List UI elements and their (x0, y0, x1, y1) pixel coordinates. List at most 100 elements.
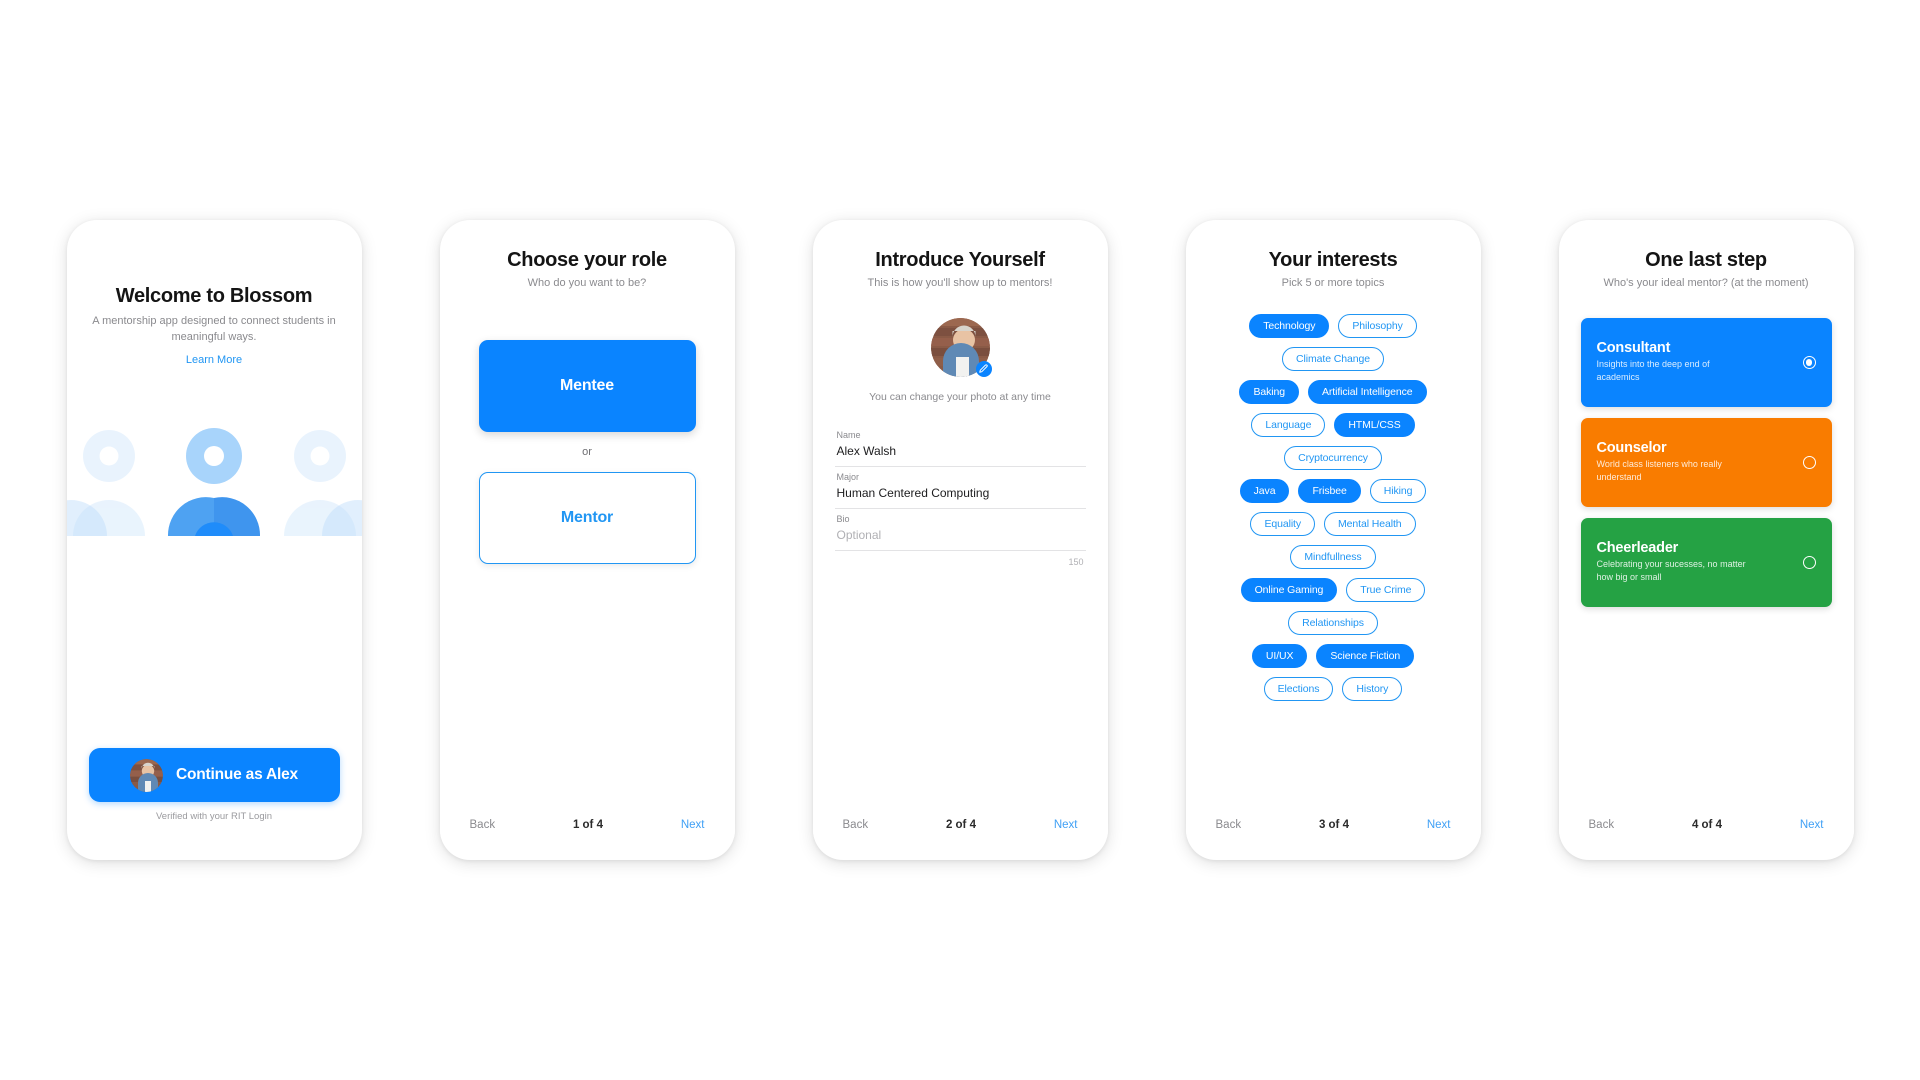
profile-avatar[interactable] (930, 317, 992, 377)
page-indicator: 3 of 4 (1318, 819, 1349, 831)
page-title: Welcome to Blossom (115, 285, 313, 307)
interest-chip[interactable]: Hiking (1369, 478, 1427, 503)
page-indicator: 4 of 4 (1691, 819, 1722, 831)
verified-note: Verified with your RIT Login (156, 811, 272, 822)
radio-unselected-icon[interactable] (1802, 555, 1816, 569)
interest-chip[interactable]: Mindfullness (1290, 544, 1376, 569)
interest-chip[interactable]: History (1342, 676, 1403, 701)
mentor-type-options: Consultant Insights into the deep end of … (1580, 317, 1832, 607)
interest-chip-row: UI/UX Science Fiction (1208, 643, 1459, 668)
introduce-header: Introduce Yourself This is how you'll sh… (835, 248, 1086, 292)
page-indicator: 2 of 4 (945, 819, 976, 831)
interest-chip-row: Language HTML/CSS (1208, 412, 1459, 437)
phone-screen-choose-role: Choose your role Who do you want to be? … (439, 220, 735, 860)
mentor-card-title: Cheerleader (1596, 540, 1679, 557)
continue-as-alex-button[interactable]: Continue as Alex (88, 748, 340, 802)
page-subtitle: This is how you'll show up to mentors! (867, 277, 1053, 289)
avatar (130, 758, 163, 792)
interest-chip[interactable]: Science Fiction (1316, 643, 1415, 668)
mentor-card-title: Consultant (1596, 340, 1671, 357)
continue-button-label: Continue as Alex (176, 766, 298, 783)
one-last-step-screen: One last step Who's your ideal mentor? (… (1559, 220, 1854, 860)
page-title: Introduce Yourself (875, 249, 1045, 271)
field-name[interactable]: Name Alex Walsh (834, 425, 1086, 468)
interest-chip[interactable]: Elections (1263, 676, 1334, 701)
role-options: Mentee or Mentor (462, 339, 713, 564)
role-button-mentor[interactable]: Mentor (478, 471, 696, 564)
interest-chip-row: Technology Philosophy (1208, 313, 1459, 338)
interest-chip-row: Online Gaming True Crime (1208, 577, 1459, 602)
your-interests-screen: Your interests Pick 5 or more topics Tec… (1186, 220, 1481, 860)
interest-chip[interactable]: True Crime (1346, 577, 1426, 602)
name-input[interactable]: Alex Walsh (837, 443, 1084, 460)
field-major[interactable]: Major Human Centered Computing (834, 467, 1086, 510)
back-button[interactable]: Back (1589, 819, 1615, 831)
avatar-photo (130, 758, 163, 792)
interest-chip[interactable]: Java (1239, 478, 1290, 503)
field-bio[interactable]: Bio Optional (834, 509, 1086, 552)
back-button[interactable]: Back (1216, 819, 1242, 831)
interest-chip[interactable]: Online Gaming (1240, 577, 1338, 602)
bio-char-count: 150 (1068, 557, 1084, 568)
photo-note: You can change your photo at any time (869, 390, 1051, 403)
mentor-card-text: Counselor World class listeners who reall… (1597, 440, 1747, 484)
interest-chip[interactable]: Frisbee (1298, 478, 1361, 503)
page-subtitle: Pick 5 or more topics (1281, 277, 1385, 289)
interest-chip[interactable]: Baking (1239, 379, 1299, 404)
interest-chip-row: Elections History (1208, 676, 1459, 701)
next-button[interactable]: Next (1054, 819, 1078, 831)
interest-chip-row: Baking Artificial Intelligence (1208, 379, 1459, 404)
interest-chip[interactable]: Relationships (1288, 610, 1378, 635)
role-or-label: or (582, 445, 592, 458)
next-button[interactable]: Next (1427, 819, 1451, 831)
interest-chip-row: Cryptocurrency (1208, 445, 1459, 470)
mentor-card-title: Counselor (1596, 440, 1667, 457)
wizard-footer: Back 3 of 4 Next (1185, 812, 1481, 838)
people-illustration-svg (66, 428, 362, 536)
phone-screen-welcome: Welcome to Blossom A mentorship app desi… (66, 220, 362, 860)
mentor-type-card[interactable]: Cheerleader Celebrating your sucesses, no… (1580, 517, 1832, 607)
bio-input[interactable]: Optional (837, 527, 1084, 544)
page-subtitle: Who's your ideal mentor? (at the moment) (1603, 277, 1809, 289)
field-label: Bio (836, 514, 850, 525)
people-illustration (66, 418, 362, 538)
mentor-type-card[interactable]: Consultant Insights into the deep end of … (1580, 317, 1832, 407)
interest-chip[interactable]: Philosophy (1338, 313, 1417, 338)
edit-photo-icon[interactable] (975, 360, 992, 377)
interest-chip[interactable]: Mental Health (1324, 511, 1416, 536)
wizard-footer: Back 1 of 4 Next (439, 812, 735, 838)
interest-chip[interactable]: Language (1251, 412, 1326, 437)
interest-chip-row: Java Frisbee Hiking (1208, 478, 1459, 503)
interest-chip-row: Climate Change (1208, 346, 1459, 371)
role-button-mentee[interactable]: Mentee (478, 339, 696, 432)
interest-chip-row: Equality Mental Health (1208, 511, 1459, 536)
interest-chip[interactable]: Technology (1249, 313, 1330, 338)
interests-header: Your interests Pick 5 or more topics (1208, 248, 1459, 292)
back-button[interactable]: Back (843, 819, 869, 831)
mentor-card-description: Celebrating your sucesses, no matter how… (1596, 559, 1746, 583)
interest-chip[interactable]: Cryptocurrency (1284, 445, 1382, 470)
interest-chip[interactable]: Artificial Intelligence (1308, 379, 1427, 404)
next-button[interactable]: Next (1800, 819, 1824, 831)
field-label: Major (836, 472, 860, 483)
interest-chip[interactable]: UI/UX (1251, 643, 1308, 668)
page-title: One last step (1645, 249, 1767, 271)
learn-more-link[interactable]: Learn More (89, 354, 340, 366)
interest-chips-list[interactable]: Technology Philosophy Climate Change Baking… (1208, 313, 1459, 714)
interest-chip[interactable]: HTML/CSS (1334, 412, 1415, 437)
page-title: Your interests (1268, 249, 1398, 271)
radio-unselected-icon[interactable] (1802, 455, 1816, 469)
interest-chip-row: Mindfullness (1208, 544, 1459, 569)
continue-section: Continue as Alex Verified with your RIT … (88, 748, 340, 822)
back-button[interactable]: Back (470, 819, 496, 831)
page-indicator: 1 of 4 (572, 819, 603, 831)
interest-chip[interactable]: Climate Change (1282, 346, 1384, 371)
page-subtitle: A mentorship app designed to connect stu… (92, 315, 336, 343)
interest-chip[interactable]: Equality (1250, 511, 1316, 536)
welcome-header: Welcome to Blossom A mentorship app desi… (89, 284, 340, 366)
mentor-type-card[interactable]: Counselor World class listeners who reall… (1580, 417, 1832, 507)
major-input[interactable]: Human Centered Computing (837, 485, 1084, 502)
next-button[interactable]: Next (681, 819, 705, 831)
profile-form: Name Alex Walsh Major Human Centered Com… (834, 425, 1086, 568)
radio-selected-icon[interactable] (1802, 355, 1816, 369)
